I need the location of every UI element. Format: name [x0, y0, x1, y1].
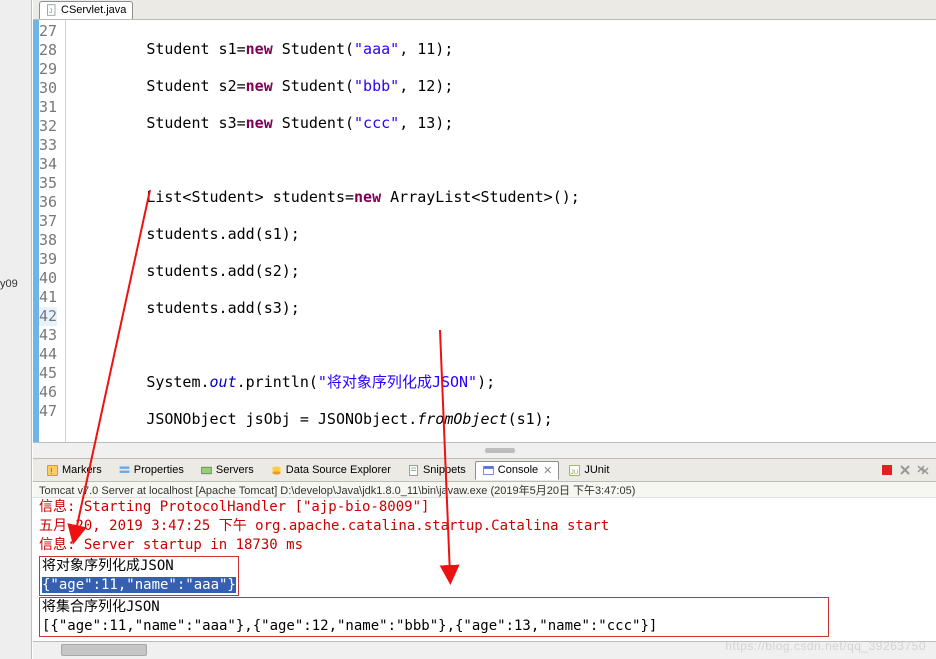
- snippets-icon: [407, 464, 420, 477]
- tab-junit[interactable]: JUJUnit: [561, 461, 616, 480]
- tab-console[interactable]: Console✕: [475, 461, 560, 480]
- scrollbar-thumb[interactable]: [61, 644, 147, 656]
- console-line: 信息: Starting ProtocolHandler ["ajp-bio-8…: [39, 498, 930, 517]
- database-icon: [270, 464, 283, 477]
- console-line: 五月 20, 2019 3:47:25 下午 org.apache.catali…: [39, 517, 930, 536]
- tab-snippets[interactable]: Snippets: [400, 461, 473, 480]
- remove-all-icon[interactable]: [916, 463, 930, 477]
- console-line: {"age":11,"name":"aaa"}: [42, 576, 236, 595]
- editor-resize-handle[interactable]: [33, 442, 936, 458]
- project-gutter: y09: [0, 0, 32, 659]
- servers-icon: [200, 464, 213, 477]
- svg-text:!: !: [50, 466, 52, 475]
- watermark: https://blog.csdn.net/qq_39263750: [725, 639, 926, 653]
- markers-icon: !: [46, 464, 59, 477]
- java-file-icon: J: [46, 4, 58, 16]
- tab-properties[interactable]: Properties: [111, 461, 191, 480]
- editor-tab-cservlet[interactable]: J CServlet.java: [39, 1, 133, 19]
- console-line: 将对象序列化成JSON: [42, 557, 236, 576]
- tab-markers[interactable]: !Markers: [39, 461, 109, 480]
- gutter-text: y09: [0, 278, 18, 290]
- editor-tab-bar: J CServlet.java: [33, 0, 936, 20]
- close-icon[interactable]: ✕: [543, 464, 552, 477]
- stop-icon[interactable]: [880, 463, 894, 477]
- console-output[interactable]: 信息: Starting ProtocolHandler ["ajp-bio-8…: [33, 498, 936, 641]
- console-line: [{"age":11,"name":"aaa"},{"age":12,"name…: [42, 617, 826, 636]
- code-content[interactable]: Student s1=new Student("aaa", 11); Stude…: [66, 20, 609, 442]
- tab-servers[interactable]: Servers: [193, 461, 261, 480]
- tab-data-source[interactable]: Data Source Explorer: [263, 461, 398, 480]
- remove-icon[interactable]: [898, 463, 912, 477]
- console-icon: [482, 464, 495, 477]
- junit-icon: JU: [568, 464, 581, 477]
- properties-icon: [118, 464, 131, 477]
- svg-text:J: J: [49, 8, 52, 15]
- editor-tab-label: CServlet.java: [61, 4, 126, 16]
- bottom-tabs: !Markers Properties Servers Data Source …: [33, 458, 936, 482]
- svg-text:JU: JU: [571, 468, 579, 475]
- line-number-gutter: 2728293031323334353637383940414243444546…: [33, 20, 66, 442]
- console-line: 将集合序列化JSON: [42, 598, 826, 617]
- code-editor[interactable]: 2728293031323334353637383940414243444546…: [33, 20, 936, 442]
- console-header: Tomcat v7.0 Server at localhost [Apache …: [33, 482, 936, 498]
- console-line: 信息: Server startup in 18730 ms: [39, 536, 930, 555]
